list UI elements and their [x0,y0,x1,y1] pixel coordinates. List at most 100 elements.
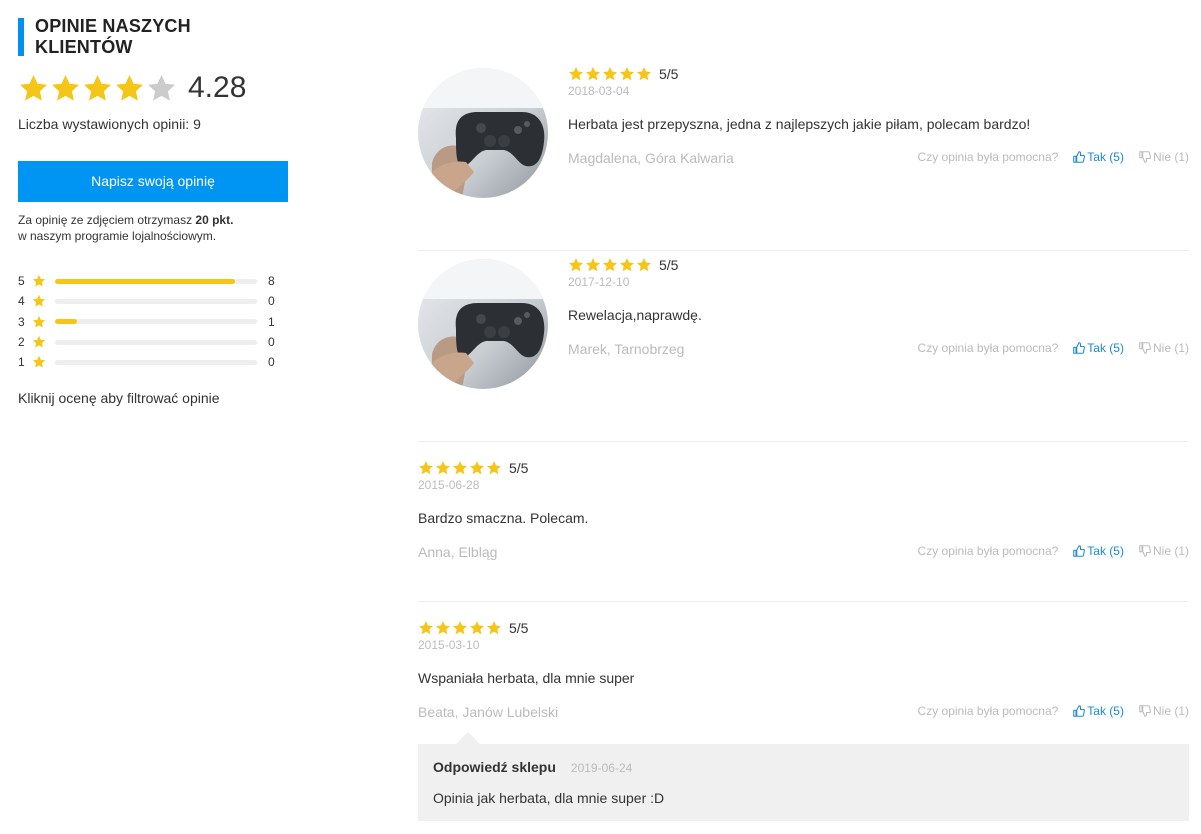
star-icon [452,620,468,636]
rating-filter-3[interactable]: 3 1 [18,312,290,332]
helpful-yes-label: Tak (5) [1087,544,1124,558]
review-rating: 5/5 [418,620,1189,636]
review-count: Liczba wystawionych opinii: 9 [18,116,201,132]
star-icon [418,460,434,476]
reply-title: Odpowiedź sklepu [433,759,556,775]
review-author: Anna, Elbląg [418,544,498,560]
helpful-yes-button[interactable]: Tak (5) [1073,150,1124,164]
review-body: 5/5 2015-06-28 Bardzo smaczna. Polecam. … [418,460,1189,564]
rating-count: 0 [268,355,275,370]
review-date: 2015-03-10 [418,638,480,652]
filter-hint: Kliknij ocenę aby filtrować opinie [18,390,220,407]
star-icon [636,257,652,273]
helpful-no-button[interactable]: Nie (1) [1139,341,1189,355]
rating-number: 1 [18,355,25,370]
star-icon [585,257,601,273]
helpful-no-button[interactable]: Nie (1) [1139,150,1189,164]
rating-filter-5[interactable]: 5 8 [18,271,290,291]
review-score: 5/5 [659,257,679,273]
thumbs-up-icon [1073,705,1085,717]
rating-filter-4[interactable]: 4 0 [18,291,290,311]
helpful-question: Czy opinia była pomocna? [917,341,1059,355]
rating-bar [55,339,257,345]
helpful-no-label: Nie (1) [1152,341,1189,355]
heading-accent-bar [18,18,24,56]
review-author: Marek, Tarnobrzeg [568,341,685,357]
rating-number: 3 [18,314,25,329]
helpful-no-button[interactable]: Nie (1) [1139,544,1189,558]
star-icon [32,355,46,369]
star-icon [32,294,46,308]
average-score: 4.28 [188,71,247,104]
review-text: Herbata jest przepyszna, jedna z najleps… [568,116,1031,132]
rating-number: 5 [18,274,25,289]
review-rating: 5/5 [568,257,1189,273]
star-icon [619,257,635,273]
helpful-yes-button[interactable]: Tak (5) [1073,704,1124,718]
review-rating: 5/5 [418,460,1189,476]
review-item: 5/5 2018-03-04 Herbata jest przepyszna, … [418,60,1189,251]
star-icon [568,66,584,82]
rating-distribution: 5 8 4 0 3 1 2 0 1 0 [18,271,290,372]
thumbs-up-icon [1073,342,1085,354]
rating-bar [55,278,257,284]
review-footer: Marek, Tarnobrzeg Czy opinia była pomocn… [568,341,1189,361]
review-date: 2015-06-28 [418,478,480,492]
helpful-no-button[interactable]: Nie (1) [1139,704,1189,718]
average-rating: 4.28 [18,70,290,106]
review-item: 5/5 2017-12-10 Rewelacja,naprawdę. Marek… [418,251,1189,442]
star-icon [585,66,601,82]
star-icon [486,460,502,476]
rating-bar-fill [55,319,78,325]
star-icon [619,66,635,82]
review-body: 5/5 2018-03-04 Herbata jest przepyszna, … [568,66,1189,170]
review-score: 5/5 [509,460,529,476]
rating-filter-1[interactable]: 1 0 [18,352,290,372]
rating-count: 1 [268,314,275,329]
star-icon [418,620,434,636]
star-icon [50,73,81,104]
reply-header: Odpowiedź sklepu 2019-06-24 [433,759,1174,775]
star-icon [32,274,46,288]
star-icon [18,73,49,104]
helpful-yes-button[interactable]: Tak (5) [1073,544,1124,558]
reply-pointer [456,732,480,744]
rating-number: 4 [18,294,25,309]
review-footer: Magdalena, Góra Kalwaria Czy opinia była… [568,150,1189,170]
helpful-question: Czy opinia była pomocna? [917,150,1059,164]
helpful-vote: Czy opinia była pomocna? Tak (5) Nie (1) [918,544,1189,558]
helpful-question: Czy opinia była pomocna? [917,544,1059,558]
write-review-button[interactable]: Napisz swoją opinię [18,161,288,202]
review-rating: 5/5 [568,66,1189,82]
review-photo[interactable] [418,68,548,198]
star-icon [114,73,145,104]
helpful-yes-label: Tak (5) [1087,341,1124,355]
review-body: 5/5 2015-03-10 Wspaniała herbata, dla mn… [418,602,1189,821]
review-footer: Beata, Janów Lubelski Czy opinia była po… [418,704,1189,724]
helpful-yes-label: Tak (5) [1087,150,1124,164]
rating-count: 0 [268,294,275,309]
helpful-yes-button[interactable]: Tak (5) [1073,341,1124,355]
review-score: 5/5 [509,620,529,636]
review-author: Magdalena, Góra Kalwaria [568,150,734,166]
thumbs-down-icon [1139,342,1151,354]
review-author: Beata, Janów Lubelski [418,704,559,720]
helpful-no-label: Nie (1) [1152,704,1189,718]
star-icon [435,620,451,636]
star-empty-icon [146,73,177,104]
page-title: OPINIE NASZYCH KLIENTÓW [35,16,191,57]
star-icon [486,620,502,636]
reviews-summary-panel: OPINIE NASZYCH KLIENTÓW 4.28 Liczba wyst… [18,16,290,407]
star-icon [452,460,468,476]
section-heading: OPINIE NASZYCH KLIENTÓW [18,16,290,57]
helpful-no-label: Nie (1) [1152,150,1189,164]
rating-bar [55,298,257,304]
helpful-no-label: Nie (1) [1152,544,1189,558]
star-icon [636,66,652,82]
review-photo[interactable] [418,259,548,389]
star-icon [435,460,451,476]
rating-filter-2[interactable]: 2 0 [18,332,290,352]
thumbs-up-icon [1073,151,1085,163]
promo-points: 20 pkt. [195,213,234,227]
rating-bar [55,359,257,365]
